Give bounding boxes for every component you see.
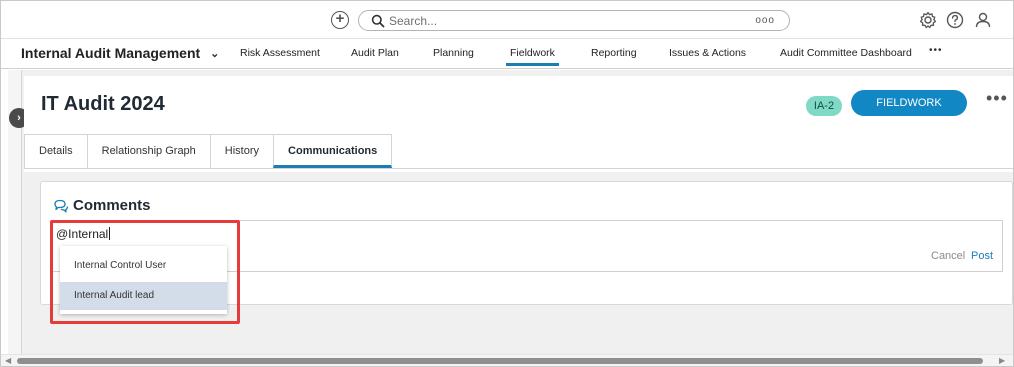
post-button[interactable]: Post <box>971 250 993 262</box>
comments-heading: Comments <box>53 197 151 214</box>
tab-history[interactable]: History <box>209 134 275 168</box>
app-switcher[interactable]: Internal Audit Management ⌄ <box>21 45 219 61</box>
record-id-badge: IA-2 <box>806 96 842 116</box>
tab-details[interactable]: Details <box>24 134 88 168</box>
nav-item-risk-assessment[interactable]: Risk Assessment <box>240 47 320 59</box>
horizontal-scrollbar[interactable]: ◀ ▶ <box>1 354 1013 366</box>
tabs-divider <box>24 168 1013 169</box>
comments-icon <box>54 199 69 212</box>
help-icon[interactable] <box>945 10 965 30</box>
nav-item-audit-plan[interactable]: Audit Plan <box>351 47 399 59</box>
tab-communications[interactable]: Communications <box>273 134 393 168</box>
chevron-down-icon: ⌄ <box>210 47 220 60</box>
workflow-status-button[interactable]: FIELDWORK <box>851 90 967 116</box>
page-title: IT Audit 2024 <box>41 93 165 115</box>
nav-item-issues-actions[interactable]: Issues & Actions <box>669 47 746 59</box>
user-profile-icon[interactable] <box>973 10 993 30</box>
search-icon <box>371 14 385 28</box>
app-name: Internal Audit Management <box>21 45 201 61</box>
record-tabs: Details Relationship Graph History Commu… <box>24 134 393 168</box>
top-bar: + ooo <box>1 1 1013 39</box>
scroll-right-icon[interactable]: ▶ <box>999 356 1005 365</box>
nav-item-audit-committee-dashboard[interactable]: Audit Committee Dashboard <box>780 47 912 59</box>
search-options-icon[interactable]: ooo <box>755 15 775 26</box>
comments-title: Comments <box>73 197 151 214</box>
more-actions-icon[interactable]: ••• <box>986 88 1008 109</box>
app-nav-bar: Internal Audit Management ⌄ Risk Assessm… <box>1 40 1013 69</box>
record-header: IT Audit 2024 IA-2 FIELDWORK ••• Details… <box>24 76 1013 172</box>
nav-item-reporting[interactable]: Reporting <box>591 47 637 59</box>
nav-item-planning[interactable]: Planning <box>433 47 474 59</box>
settings-gear-icon[interactable] <box>918 10 938 30</box>
annotation-highlight-box <box>50 220 240 324</box>
cancel-button[interactable]: Cancel <box>931 250 965 262</box>
scrollbar-thumb[interactable] <box>17 358 983 364</box>
tab-relationship-graph[interactable]: Relationship Graph <box>86 134 211 168</box>
search-input[interactable] <box>389 13 689 29</box>
add-icon[interactable]: + <box>331 11 349 29</box>
global-search[interactable]: ooo <box>358 10 790 31</box>
nav-more-icon[interactable]: ••• <box>929 45 943 56</box>
nav-item-fieldwork[interactable]: Fieldwork <box>506 47 559 66</box>
scroll-left-icon[interactable]: ◀ <box>5 356 11 365</box>
